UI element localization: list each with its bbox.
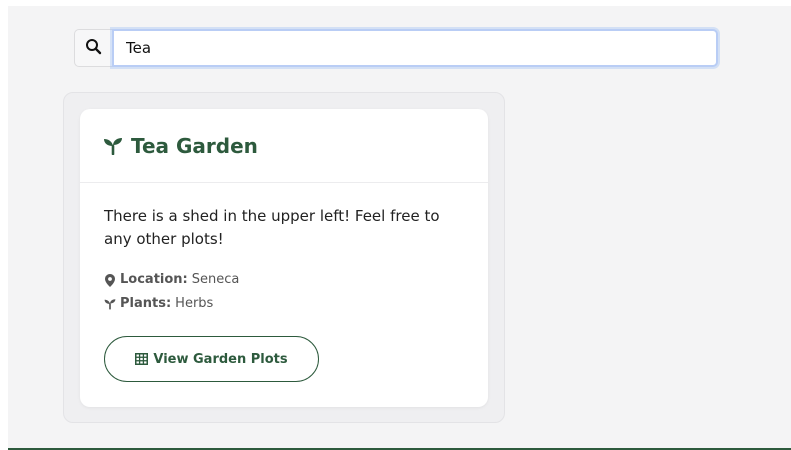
- map-marker-icon: [104, 273, 116, 287]
- garden-title: Tea Garden: [103, 134, 258, 158]
- plants-row: Plants: Herbs: [104, 292, 464, 316]
- search-bar: [74, 29, 718, 67]
- card-header: Tea Garden: [80, 109, 488, 183]
- garden-card: Tea Garden There is a shed in the upper …: [80, 109, 488, 407]
- seedling-icon: [103, 137, 123, 155]
- view-garden-plots-button[interactable]: View Garden Plots: [104, 336, 319, 382]
- garden-title-text: Tea Garden: [131, 133, 258, 158]
- plants-label: Plants:: [120, 296, 172, 311]
- garden-description: There is a shed in the upper left! Feel …: [104, 207, 440, 248]
- location-label: Location:: [120, 272, 188, 287]
- card-body: There is a shed in the upper left! Feel …: [80, 183, 488, 316]
- search-input[interactable]: [112, 29, 718, 67]
- seedling-icon: [104, 298, 116, 310]
- table-grid-icon: [135, 353, 149, 365]
- plants-value: Herbs: [175, 296, 214, 311]
- view-garden-plots-label: View Garden Plots: [153, 351, 288, 367]
- location-value: Seneca: [191, 272, 240, 287]
- location-row: Location: Seneca: [104, 268, 464, 292]
- search-icon: [85, 38, 102, 59]
- search-addon: [74, 29, 112, 67]
